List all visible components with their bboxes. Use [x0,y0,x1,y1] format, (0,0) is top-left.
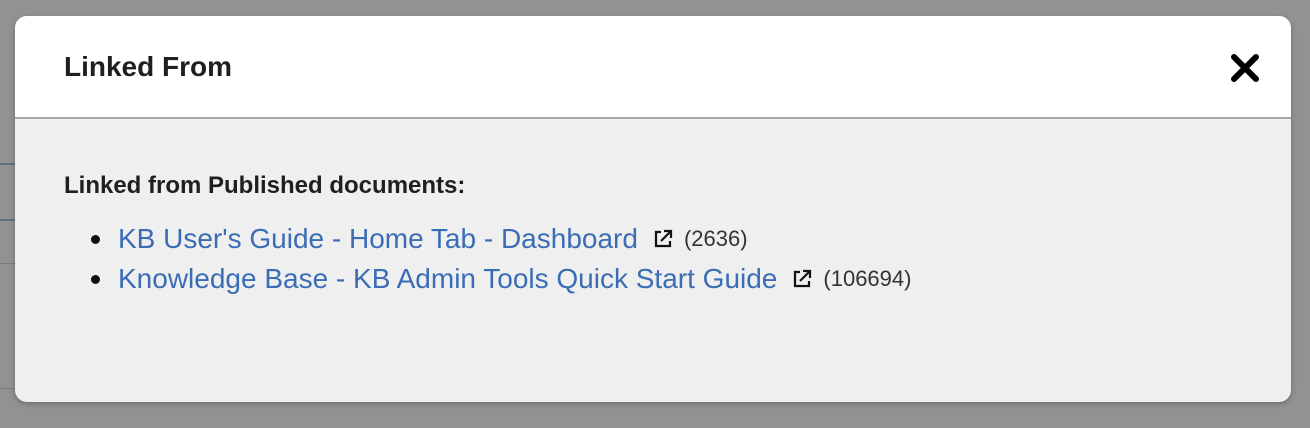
document-id: (2636) [683,226,748,251]
background-rule [0,388,16,389]
external-link-icon[interactable] [652,228,674,250]
linked-from-dialog: Linked From Linked from Published docume… [15,16,1291,402]
document-id: (106694) [823,266,912,291]
dialog-header: Linked From [15,16,1291,119]
document-link[interactable]: Knowledge Base - KB Admin Tools Quick St… [118,262,777,296]
list-item: KB User's Guide - Home Tab - Dashboard (… [91,219,1291,259]
external-link-icon[interactable] [791,268,813,290]
section-label: Linked from Published documents: [64,172,466,199]
dialog-body: Linked from Published documents: KB User… [15,119,1291,299]
close-button[interactable] [1229,52,1261,84]
dialog-title: Linked From [64,51,233,82]
close-icon [1231,54,1259,82]
linked-documents-list: KB User's Guide - Home Tab - Dashboard (… [64,219,1291,299]
bullet-icon [91,235,100,244]
background-divider [0,219,16,221]
list-item: Knowledge Base - KB Admin Tools Quick St… [91,259,1291,299]
background-rule [0,263,16,264]
document-link[interactable]: KB User's Guide - Home Tab - Dashboard [118,222,638,256]
background-divider [0,163,16,165]
bullet-icon [91,275,100,284]
